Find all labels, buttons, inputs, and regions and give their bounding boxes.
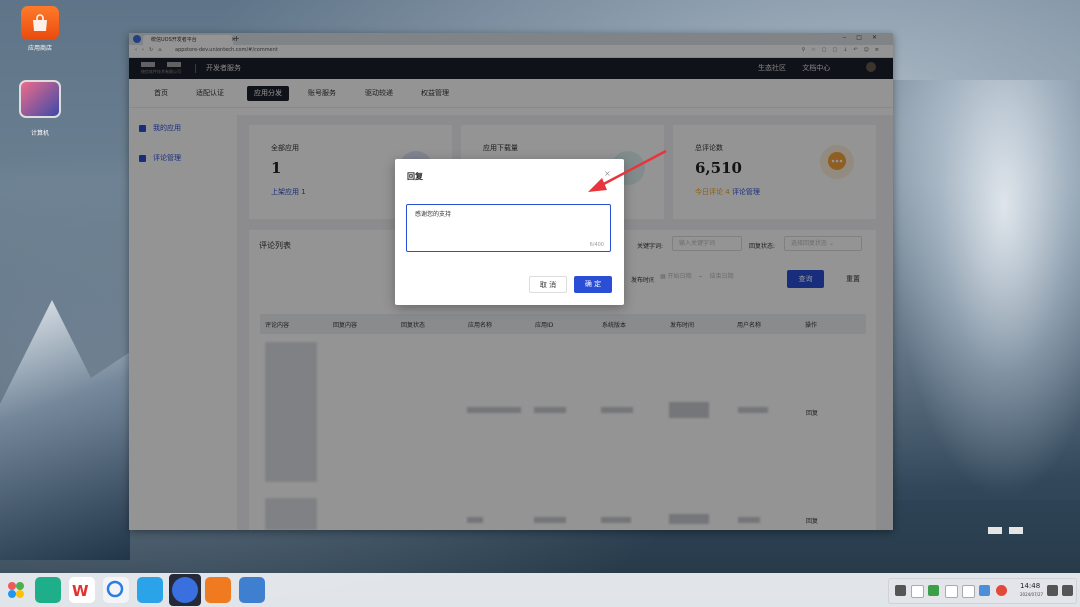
launcher-icon[interactable] — [3, 577, 29, 603]
taskbar: W 14:48 2024/07/27 — [0, 573, 1080, 607]
keyboard-icon[interactable] — [1047, 585, 1058, 596]
wallpaper-clouds — [890, 80, 1080, 500]
notification-icon[interactable] — [895, 585, 906, 596]
browser-icon[interactable] — [172, 577, 198, 603]
confirm-button[interactable]: 确 定 — [574, 276, 612, 293]
clock-date: 2024/07/27 — [1020, 592, 1044, 597]
char-count: 6/400 — [589, 242, 604, 248]
shopping-bag-icon — [21, 6, 59, 40]
volume-icon[interactable] — [962, 585, 975, 598]
clock-time[interactable]: 14:48 — [1020, 582, 1040, 590]
security-icon[interactable] — [996, 585, 1007, 596]
search-icon[interactable] — [103, 577, 129, 603]
desktop-icon-label: 应用商店 — [27, 45, 52, 52]
desktop-icon-label: 计算机 — [30, 130, 49, 137]
desktop-icon-app-store[interactable]: 应用商店 — [10, 6, 70, 52]
desktop-icon-computer[interactable]: 计算机 — [10, 80, 70, 137]
cancel-button[interactable]: 取 消 — [529, 276, 567, 293]
app-store-taskbar-icon[interactable] — [137, 577, 163, 603]
reply-text: 感谢您的支持 — [415, 211, 452, 218]
shopping-bag-icon[interactable] — [205, 577, 231, 603]
wps-icon[interactable]: W — [69, 577, 95, 603]
wifi-icon[interactable] — [911, 585, 924, 598]
svg-text:W: W — [72, 582, 89, 600]
menu-icon[interactable] — [1062, 585, 1073, 596]
clipboard-icon[interactable] — [945, 585, 958, 598]
computer-icon — [19, 80, 61, 118]
file-manager-icon[interactable] — [35, 577, 61, 603]
image-viewer-icon[interactable] — [239, 577, 265, 603]
dialog-title: 回复 — [407, 172, 423, 181]
desktop-widgets — [988, 527, 1030, 536]
network-icon[interactable] — [979, 585, 990, 596]
battery-icon[interactable] — [928, 585, 939, 596]
annotation-arrow-icon — [588, 149, 667, 192]
system-tray: 14:48 2024/07/27 — [888, 578, 1077, 604]
reply-textarea[interactable]: 感谢您的支持 6/400 — [406, 204, 611, 252]
